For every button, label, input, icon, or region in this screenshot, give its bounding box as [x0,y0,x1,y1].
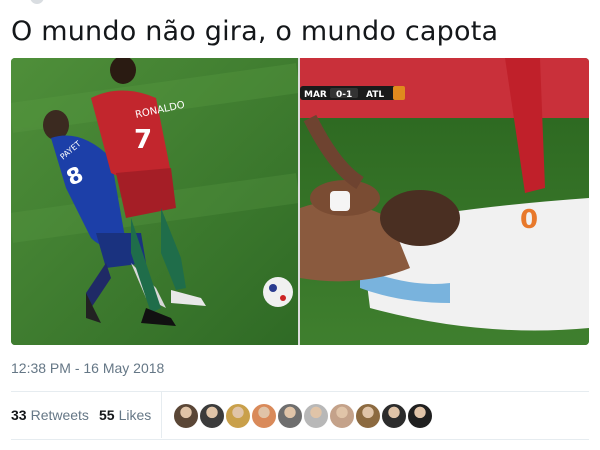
tweet-stats: 33 Retweets 55 Likes [11,392,589,438]
tweet-text: O mundo não gira, o mundo capota [11,16,499,47]
scorebug-score: 0-1 [336,90,352,100]
tweet-timestamp[interactable]: 12:38 PM - 16 May 2018 [11,360,164,376]
soccer-tackle-image: RONALDO 7 PAYET 8 [11,58,298,345]
likes-label: Likes [118,407,152,423]
retweets-label: Retweets [30,407,89,423]
player-on-ground-image: MAR 0-1 ATL 0 [300,58,589,345]
liker-avatar[interactable] [355,403,381,429]
liker-avatar[interactable] [199,403,225,429]
avatar-edge [30,0,44,4]
liker-avatar[interactable] [251,403,277,429]
retweets-count: 33 [11,407,27,423]
liker-avatar[interactable] [381,403,407,429]
stats-bottom-divider [11,439,589,440]
likes-count: 55 [99,407,115,423]
media-photo-left[interactable]: RONALDO 7 PAYET 8 [11,58,298,345]
svg-text:0: 0 [520,205,538,235]
tweet-media[interactable]: RONALDO 7 PAYET 8 MAR 0-1 ATL 0 [11,58,589,345]
retweets-stat[interactable]: 33 Retweets [11,407,89,423]
liker-avatar[interactable] [173,403,199,429]
scorebug-home: MAR [304,90,327,100]
stats-separator [161,392,162,438]
liker-avatar[interactable] [407,403,433,429]
liker-avatar[interactable] [225,403,251,429]
previous-header-fragment [0,0,600,6]
liker-avatar[interactable] [329,403,355,429]
liker-avatar[interactable] [277,403,303,429]
liker-avatar[interactable] [303,403,329,429]
likes-stat[interactable]: 55 Likes [99,407,151,423]
media-photo-right[interactable]: MAR 0-1 ATL 0 [300,58,589,345]
jersey-number-front: 7 [134,125,152,155]
scorebug-away: ATL [366,90,384,100]
